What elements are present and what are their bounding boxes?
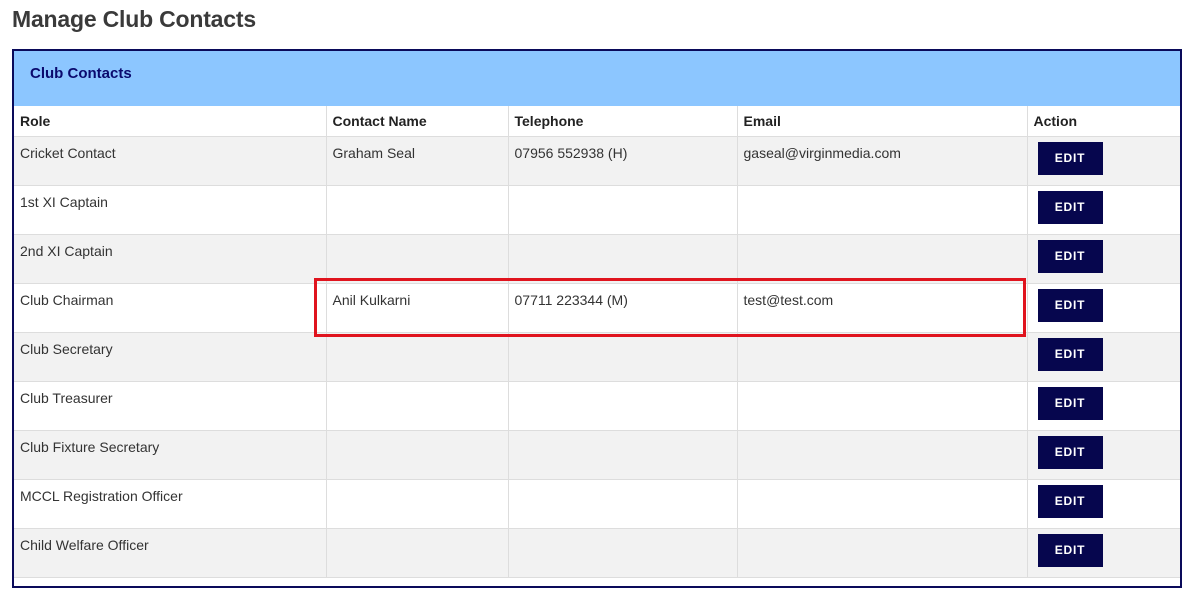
role-cell: 2nd XI Captain xyxy=(14,234,326,284)
table-row: 1st XI Captain EDIT xyxy=(14,185,1180,235)
role-cell: Cricket Contact xyxy=(14,136,326,186)
action-cell: EDIT xyxy=(1026,381,1180,431)
action-cell: EDIT xyxy=(1026,528,1180,578)
page-title: Manage Club Contacts xyxy=(12,6,256,32)
contacts-table: Role Contact Name Telephone Email Action… xyxy=(14,106,1180,578)
table-row: Club Secretary EDIT xyxy=(14,332,1180,382)
telephone-cell xyxy=(507,185,737,235)
column-header-role: Role xyxy=(14,106,326,137)
telephone-cell xyxy=(507,234,737,284)
contact-name-cell: Graham Seal xyxy=(325,136,508,186)
email-cell: gaseal@virginmedia.com xyxy=(736,136,1027,186)
email-cell xyxy=(736,234,1027,284)
role-cell: 1st XI Captain xyxy=(14,185,326,235)
column-header-telephone: Telephone xyxy=(507,106,737,137)
edit-button[interactable]: EDIT xyxy=(1037,485,1103,518)
telephone-cell: 07956 552938 (H) xyxy=(507,136,737,186)
table-row: Club Chairman Anil Kulkarni 07711 223344… xyxy=(14,283,1180,333)
contact-name-cell xyxy=(325,234,508,284)
email-cell xyxy=(736,528,1027,578)
role-cell: Club Fixture Secretary xyxy=(14,430,326,480)
email-cell xyxy=(736,430,1027,480)
action-cell: EDIT xyxy=(1026,185,1180,235)
contact-name-cell xyxy=(325,479,508,529)
role-cell: Club Chairman xyxy=(14,283,326,333)
telephone-cell xyxy=(507,332,737,382)
panel-title: Club Contacts xyxy=(30,65,132,82)
contact-name-cell xyxy=(325,332,508,382)
telephone-cell xyxy=(507,430,737,480)
role-cell: Club Secretary xyxy=(14,332,326,382)
contact-name-cell xyxy=(325,430,508,480)
email-cell xyxy=(736,479,1027,529)
column-header-contact-name: Contact Name xyxy=(325,106,508,137)
email-cell: test@test.com xyxy=(736,283,1027,333)
column-header-action: Action xyxy=(1026,106,1180,137)
column-header-email: Email xyxy=(736,106,1027,137)
role-cell: Child Welfare Officer xyxy=(14,528,326,578)
table-header-row: Role Contact Name Telephone Email Action xyxy=(14,106,1180,137)
edit-button[interactable]: EDIT xyxy=(1037,338,1103,371)
action-cell: EDIT xyxy=(1026,332,1180,382)
table-row: Club Fixture Secretary EDIT xyxy=(14,430,1180,480)
telephone-cell xyxy=(507,479,737,529)
action-cell: EDIT xyxy=(1026,479,1180,529)
edit-button[interactable]: EDIT xyxy=(1037,387,1103,420)
table-row: Club Treasurer EDIT xyxy=(14,381,1180,431)
action-cell: EDIT xyxy=(1026,136,1180,186)
table-row: MCCL Registration Officer EDIT xyxy=(14,479,1180,529)
edit-button[interactable]: EDIT xyxy=(1037,240,1103,273)
edit-button[interactable]: EDIT xyxy=(1037,142,1103,175)
contact-name-cell: Anil Kulkarni xyxy=(325,283,508,333)
edit-button[interactable]: EDIT xyxy=(1037,289,1103,322)
telephone-cell xyxy=(507,381,737,431)
table-row: Child Welfare Officer EDIT xyxy=(14,528,1180,578)
role-cell: Club Treasurer xyxy=(14,381,326,431)
telephone-cell xyxy=(507,528,737,578)
contact-name-cell xyxy=(325,185,508,235)
role-cell: MCCL Registration Officer xyxy=(14,479,326,529)
table-row: 2nd XI Captain EDIT xyxy=(14,234,1180,284)
action-cell: EDIT xyxy=(1026,430,1180,480)
edit-button[interactable]: EDIT xyxy=(1037,436,1103,469)
email-cell xyxy=(736,332,1027,382)
action-cell: EDIT xyxy=(1026,234,1180,284)
edit-button[interactable]: EDIT xyxy=(1037,191,1103,224)
telephone-cell: 07711 223344 (M) xyxy=(507,283,737,333)
email-cell xyxy=(736,185,1027,235)
email-cell xyxy=(736,381,1027,431)
contact-name-cell xyxy=(325,528,508,578)
edit-button[interactable]: EDIT xyxy=(1037,534,1103,567)
action-cell: EDIT xyxy=(1026,283,1180,333)
club-contacts-panel: Club Contacts Role Contact Name Telephon… xyxy=(12,49,1182,588)
contact-name-cell xyxy=(325,381,508,431)
table-row: Cricket Contact Graham Seal 07956 552938… xyxy=(14,136,1180,186)
panel-header: Club Contacts xyxy=(14,51,1180,106)
